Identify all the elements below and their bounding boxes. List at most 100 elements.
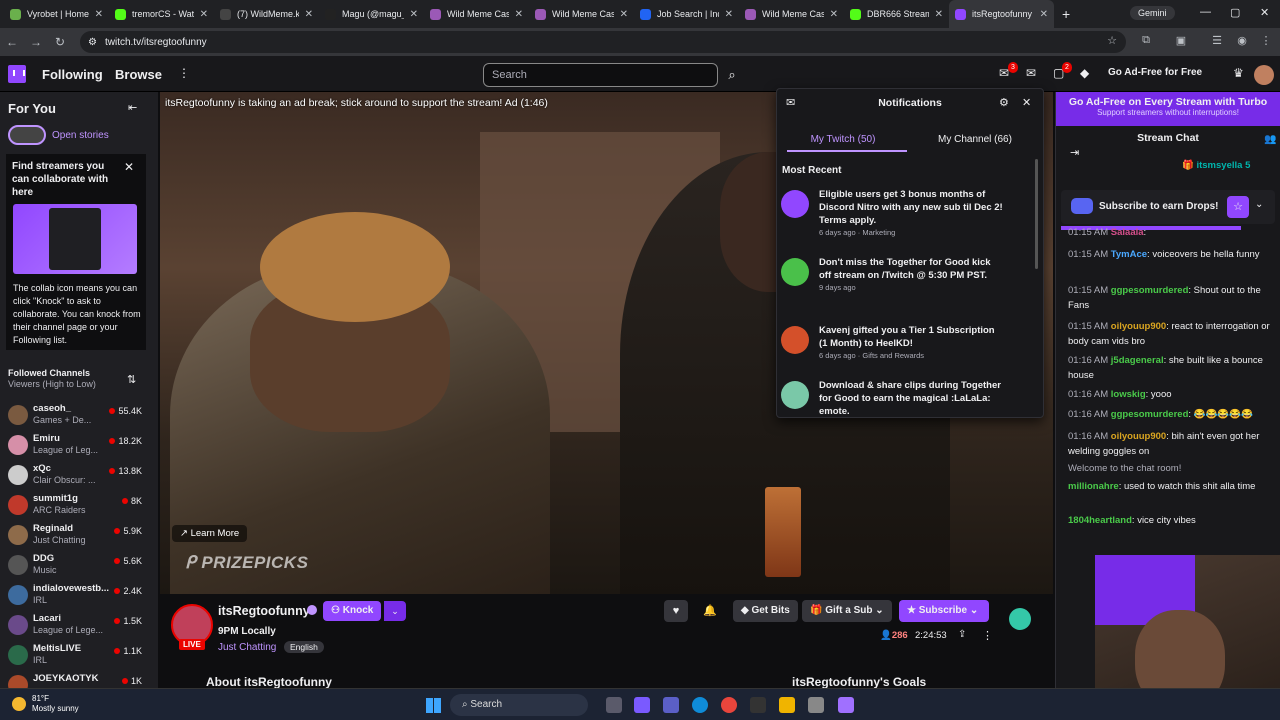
close-notifications-icon[interactable]: ✕: [1022, 96, 1031, 109]
forward-icon[interactable]: →: [24, 35, 48, 49]
learn-more-button[interactable]: ↗ Learn More: [172, 525, 248, 542]
go-ad-free-button[interactable]: Go Ad-Free for Free: [1108, 67, 1202, 78]
browser-tab[interactable]: Wild Meme Cas ✕: [739, 0, 844, 28]
edge-icon[interactable]: [692, 697, 708, 713]
browser-tab[interactable]: Magu (@magu_ ✕: [319, 0, 424, 28]
store-icon[interactable]: [750, 697, 766, 713]
close-tab-icon[interactable]: ✕: [515, 9, 523, 20]
subscribe-button[interactable]: ★ Subscribe ⌄: [899, 600, 989, 622]
gemini-button[interactable]: Gemini: [1130, 6, 1175, 20]
close-tab-icon[interactable]: ✕: [305, 9, 313, 20]
close-tab-icon[interactable]: ✕: [935, 9, 943, 20]
browser-tab[interactable]: tremorCS - Wat ✕: [109, 0, 214, 28]
close-promo-icon[interactable]: ✕: [124, 160, 134, 174]
sort-icon[interactable]: ⇅: [127, 373, 136, 386]
chat-username[interactable]: j5dageneral: [1111, 355, 1164, 366]
copilot-icon[interactable]: [634, 697, 650, 713]
file-explorer-icon[interactable]: [779, 697, 795, 713]
chat-username[interactable]: oilyouup900: [1111, 321, 1166, 332]
browse-link[interactable]: Browse: [115, 67, 162, 82]
knock-dropdown-icon[interactable]: ⌄: [384, 601, 406, 621]
sidebar-item-channel[interactable]: caseoh_ Games + De... 55.4K: [6, 402, 146, 430]
chat-username[interactable]: oilyouup900: [1111, 431, 1166, 442]
extensions-icon[interactable]: ⧉: [1139, 34, 1153, 48]
open-stories-button[interactable]: Open stories: [8, 125, 109, 145]
more-options-icon[interactable]: ⋮: [982, 629, 993, 642]
whispers-icon[interactable]: ✉: [1026, 66, 1036, 80]
get-bits-button[interactable]: ◆ Get Bits: [733, 600, 798, 622]
sidebar-item-channel[interactable]: indialovewestb... IRL 2.4K: [6, 582, 146, 610]
follow-heart-icon[interactable]: ♥: [664, 600, 688, 622]
drops-star-icon[interactable]: ☆: [1227, 196, 1249, 218]
drops-banner[interactable]: Subscribe to earn Drops! ☆ ⌄: [1061, 190, 1275, 224]
chat-username[interactable]: 1804heartland: [1068, 515, 1132, 526]
more-menu-icon[interactable]: ⋮: [178, 66, 190, 80]
teams-icon[interactable]: [663, 697, 679, 713]
chat-username[interactable]: ggpesomurdered: [1111, 285, 1189, 296]
sidebar-item-channel[interactable]: xQc Clair Obscur: ... 13.8K: [6, 462, 146, 490]
browser-tab[interactable]: Job Search | Ind ✕: [634, 0, 739, 28]
close-tab-icon[interactable]: ✕: [620, 9, 628, 20]
url-field[interactable]: ⚙ twitch.tv/itsregtoofunny: [80, 31, 1126, 53]
chat-users-icon[interactable]: 👥: [1264, 134, 1276, 145]
user-avatar[interactable]: [1254, 65, 1274, 85]
search-input[interactable]: Search: [483, 63, 718, 87]
chrome-icon[interactable]: [721, 697, 737, 713]
bookmark-star-icon[interactable]: ☆: [1105, 34, 1119, 48]
chat-username[interactable]: Salaala: [1111, 227, 1144, 238]
category-link[interactable]: Just Chatting: [218, 642, 276, 653]
browser-menu-icon[interactable]: ⋮: [1259, 34, 1273, 48]
back-icon[interactable]: ←: [0, 35, 24, 49]
discord-app-icon[interactable]: [838, 697, 854, 713]
close-tab-icon[interactable]: ✕: [1040, 9, 1048, 20]
tab-my-channel[interactable]: My Channel (66): [915, 134, 1035, 145]
knock-button[interactable]: ⚇ Knock: [323, 601, 382, 621]
new-tab-button[interactable]: +: [1062, 6, 1070, 22]
chat-username[interactable]: millionahre: [1068, 481, 1119, 492]
site-info-icon[interactable]: ⚙: [88, 37, 97, 48]
chat-username[interactable]: TymAce: [1111, 249, 1147, 260]
browser-tab[interactable]: (7) WildMeme.k ✕: [214, 0, 319, 28]
minimize-icon[interactable]: —: [1200, 6, 1211, 18]
taskbar-search[interactable]: ⌕ Search: [450, 694, 588, 716]
sidebar-item-channel[interactable]: summit1g ARC Raiders 8K: [6, 492, 146, 520]
twitch-logo-icon[interactable]: [8, 65, 26, 83]
search-icon[interactable]: ⌕: [722, 63, 742, 87]
app-icon[interactable]: [808, 697, 824, 713]
sidebar-item-channel[interactable]: Lacari League of Lege... 1.5K: [6, 612, 146, 640]
collapse-chat-icon[interactable]: ⇥: [1070, 146, 1079, 159]
windows-start-icon[interactable]: [426, 698, 441, 713]
drops-chevron-icon[interactable]: ⌄: [1255, 199, 1263, 210]
sidebar-icon[interactable]: ▣: [1174, 34, 1188, 48]
chat-username[interactable]: ggpesomurdered: [1111, 409, 1189, 420]
close-tab-icon[interactable]: ✕: [410, 9, 418, 20]
browser-tab[interactable]: DBR666 Stream ✕: [844, 0, 949, 28]
close-tab-icon[interactable]: ✕: [725, 9, 733, 20]
task-view-icon[interactable]: [606, 697, 622, 713]
channel-name[interactable]: itsRegtoofunny: [218, 604, 310, 618]
browser-tab[interactable]: Wild Meme Cas ✕: [529, 0, 634, 28]
browser-tab[interactable]: Wild Meme Cas ✕: [424, 0, 529, 28]
sidebar-item-channel[interactable]: Emiru League of Leg... 18.2K: [6, 432, 146, 460]
share-icon[interactable]: ⇪: [958, 629, 966, 640]
browser-tab[interactable]: itsRegtoofunny ✕: [949, 0, 1054, 28]
bits-icon[interactable]: ◆: [1080, 66, 1089, 80]
gift-sub-button[interactable]: 🎁 Gift a Sub ⌄: [802, 600, 892, 622]
close-window-icon[interactable]: ✕: [1260, 6, 1269, 19]
sidebar-item-channel[interactable]: DDG Music 5.6K: [6, 552, 146, 580]
sidebar-item-channel[interactable]: MeltisLIVE IRL 1.1K: [6, 642, 146, 670]
gem-icon[interactable]: [1009, 608, 1031, 630]
language-tag[interactable]: English: [284, 641, 324, 653]
close-tab-icon[interactable]: ✕: [830, 9, 838, 20]
tab-my-twitch[interactable]: My Twitch (50): [783, 134, 903, 145]
notification-settings-icon[interactable]: ⚙: [999, 96, 1009, 109]
following-link[interactable]: Following: [42, 67, 103, 82]
browser-tab[interactable]: Vyrobet | Home ✕: [4, 0, 109, 28]
sidebar-item-channel[interactable]: Reginald Just Chatting 5.9K: [6, 522, 146, 550]
notification-bell-icon[interactable]: 🔔: [698, 600, 722, 622]
tab-search-icon[interactable]: ☰: [1210, 34, 1224, 48]
collapse-sidebar-icon[interactable]: ⇤: [128, 101, 137, 114]
chat-username[interactable]: lowskig: [1111, 389, 1146, 400]
profile-icon[interactable]: ◉: [1235, 34, 1249, 48]
close-tab-icon[interactable]: ✕: [200, 9, 208, 20]
